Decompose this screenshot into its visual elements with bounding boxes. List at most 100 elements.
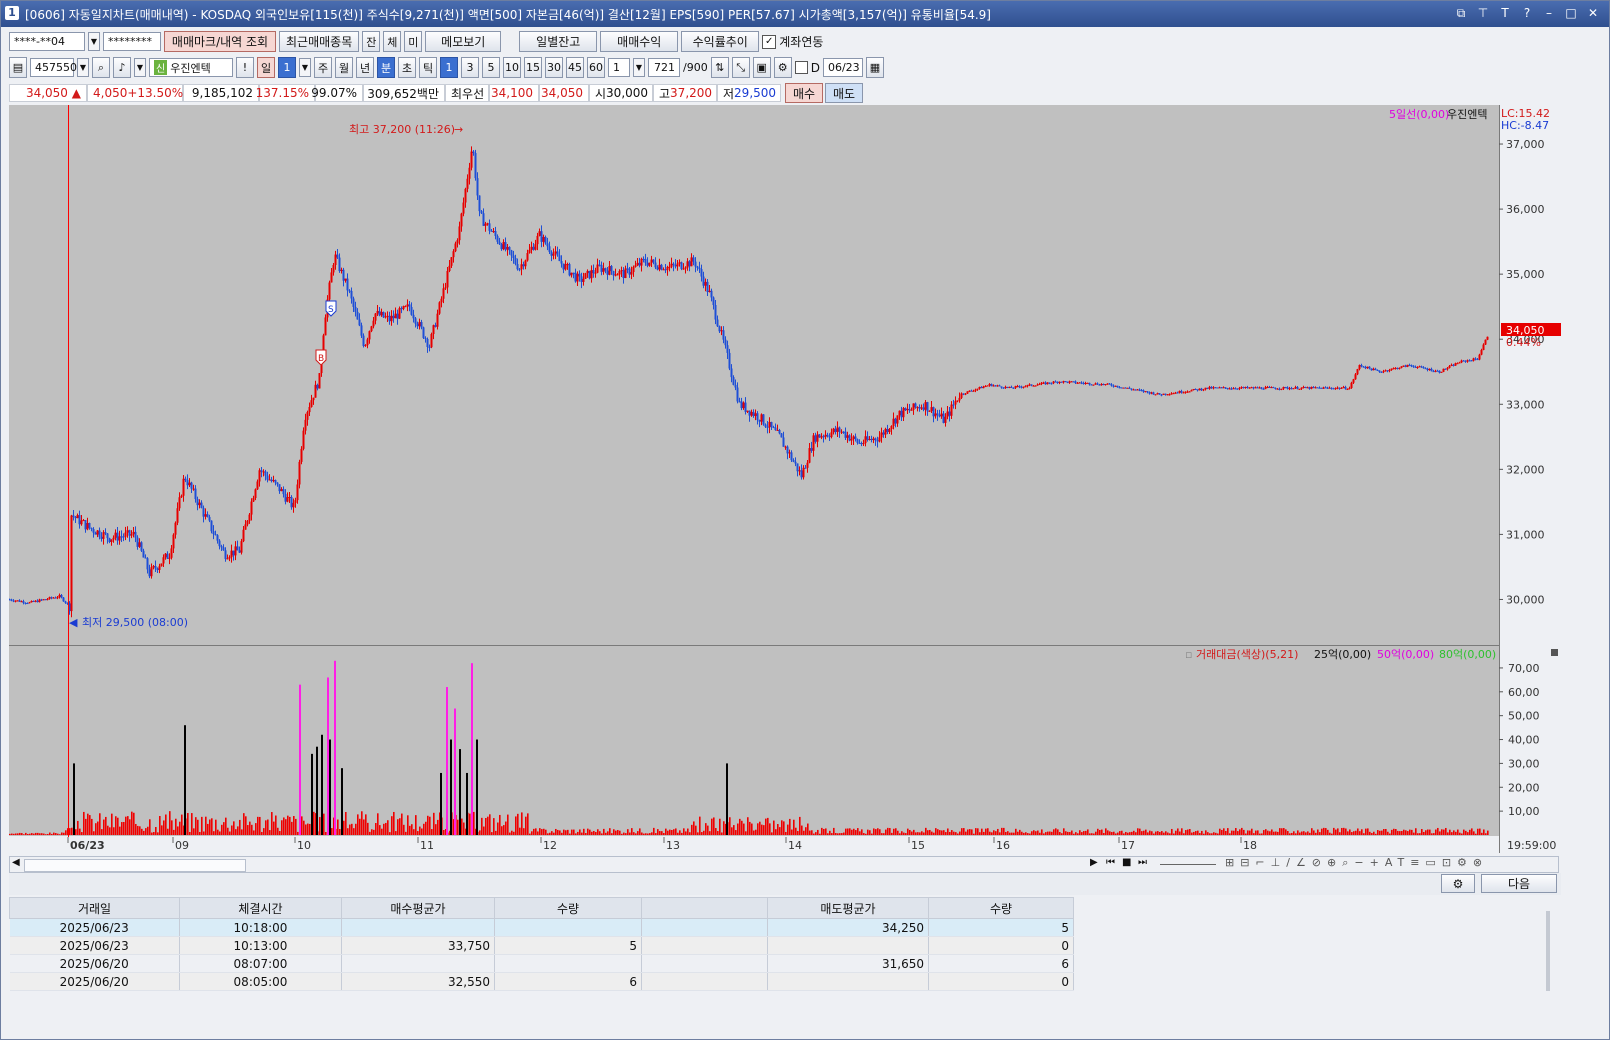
search-icon[interactable]: ⌕ <box>92 57 110 78</box>
period-month-button[interactable]: 월 <box>335 57 353 78</box>
account-input[interactable]: ****-**04 <box>9 32 85 51</box>
table-row[interactable]: 2025/06/20 08:05:00 32,550 6 0 <box>9 972 1074 991</box>
interval-button-3[interactable]: 3 <box>461 57 479 78</box>
grid-vertical-scrollbar[interactable] <box>1546 911 1550 991</box>
volume-bar <box>1309 832 1311 835</box>
alert-icon[interactable]: ! <box>236 57 254 78</box>
volume-tick-label: 40,00 <box>1508 734 1540 747</box>
candle-body <box>102 532 105 539</box>
period-dropdown-icon[interactable]: ▼ <box>299 58 311 77</box>
candle-body <box>984 386 987 388</box>
indicator-icon[interactable]: ⇅ <box>710 57 729 78</box>
buy-button[interactable]: 매수 <box>785 83 823 103</box>
account-link-toggle[interactable]: ✓ 계좌연동 <box>762 33 823 50</box>
table-row[interactable]: 2025/06/20 08:07:00 31,650 6 <box>9 954 1074 973</box>
table-row[interactable]: 2025/06/23 10:18:00 34,250 5 <box>9 918 1074 937</box>
unit-second-button[interactable]: 초 <box>398 57 416 78</box>
candle-body <box>1300 387 1303 389</box>
trade-mark-button[interactable]: 매매마크/내역 조회 <box>164 31 276 52</box>
pin-icon[interactable]: ⊤ <box>1475 5 1491 21</box>
candle-body <box>1426 368 1429 371</box>
password-input[interactable]: ******** <box>103 32 161 51</box>
candle-body <box>44 599 47 601</box>
layout-icon[interactable]: ▤ <box>9 57 27 78</box>
unit-tick-button[interactable]: 틱 <box>419 57 437 78</box>
candle-body <box>1204 387 1207 390</box>
drawing-tools-icon[interactable]: ⊞⊟⌐⊥/∠⊘⊕⌕−+AT≡▭⊡⚙⊗ <box>1225 856 1488 870</box>
volume-bar <box>961 828 963 835</box>
table-row[interactable]: 2025/06/23 10:13:00 33,750 5 0 <box>9 936 1074 955</box>
save-icon[interactable]: ▣ <box>752 57 771 78</box>
candle-body <box>338 257 341 272</box>
volume-bar <box>301 816 303 835</box>
fast-forward-icon[interactable]: ⏭ <box>1138 857 1147 868</box>
stock-name-field[interactable]: 신 우진엔텍 <box>149 58 233 77</box>
maximize-icon[interactable]: □ <box>1563 5 1579 21</box>
rewind-icon[interactable]: ⏮ <box>1106 857 1115 868</box>
grid-settings-icon[interactable]: ⚙ <box>1441 874 1475 893</box>
volume-bar <box>1369 831 1371 835</box>
period-day-button[interactable]: 일 <box>257 57 275 78</box>
speaker-dropdown-icon[interactable]: ▼ <box>134 58 146 77</box>
close-icon[interactable]: ✕ <box>1585 5 1601 21</box>
volume-bar <box>855 830 857 835</box>
candle-body <box>820 436 823 438</box>
stock-code-input[interactable]: 457550 <box>30 58 77 77</box>
chart-area[interactable]: 37,000 36,000 35,000 34,000 33,000 32,000 31,0… <box>8 105 1561 853</box>
executed-button[interactable]: 체 <box>383 31 402 52</box>
period-year-button[interactable]: 년 <box>356 57 374 78</box>
restore-layout-icon[interactable]: ⧉ <box>1453 5 1469 21</box>
account-dropdown-icon[interactable]: ▼ <box>88 32 100 51</box>
chart-scrollbar[interactable]: ◀ ▶ ⏮ ■ ⏭ ⊞⊟⌐⊥/∠⊘⊕⌕−+AT≡▭⊡⚙⊗ <box>9 856 1559 873</box>
scroll-left-icon[interactable]: ◀ <box>12 857 20 868</box>
candle-body <box>758 420 761 422</box>
stop-icon[interactable]: ■ <box>1122 857 1131 868</box>
code-dropdown-icon[interactable]: ▼ <box>77 58 89 77</box>
calendar-icon[interactable]: ▦ <box>865 57 884 78</box>
volume-bar <box>1313 830 1315 835</box>
help-icon[interactable]: ? <box>1519 5 1535 21</box>
volume-bar <box>487 816 489 835</box>
candle-body <box>1328 387 1331 389</box>
unit-minute-button[interactable]: 분 <box>377 57 395 78</box>
interval-button-5[interactable]: 5 <box>482 57 500 78</box>
panel-close-icon[interactable] <box>1551 649 1558 656</box>
candle-body <box>48 597 51 600</box>
trade-profit-button[interactable]: 매매수익 <box>600 31 679 52</box>
checkbox-checked-icon[interactable]: ✓ <box>762 34 777 49</box>
settings-gear-icon[interactable]: ⚙ <box>773 57 792 78</box>
font-icon[interactable]: T <box>1497 5 1513 21</box>
minimize-icon[interactable]: – <box>1541 5 1557 21</box>
count-input[interactable]: 721 <box>648 58 680 77</box>
volume-bar <box>1441 829 1443 835</box>
zoom-slider[interactable] <box>1160 864 1216 865</box>
recent-stocks-button[interactable]: 최근매매종목 <box>279 31 360 52</box>
period-week-button[interactable]: 주 <box>314 57 332 78</box>
return-trend-button[interactable]: 수익률추이 <box>681 31 760 52</box>
daily-balance-button[interactable]: 일별잔고 <box>519 31 598 52</box>
scroll-thumb[interactable] <box>24 859 246 872</box>
speaker-icon[interactable]: ♪ <box>113 57 131 78</box>
memo-button[interactable]: 메모보기 <box>425 31 502 52</box>
draw-tool-icon[interactable]: ⤡ <box>731 57 750 78</box>
candle-body <box>638 262 641 266</box>
interval-button-10[interactable]: 10 <box>503 57 521 78</box>
multiplier-input[interactable]: 1 <box>608 58 630 77</box>
sell-button[interactable]: 매도 <box>825 83 863 103</box>
balance-button[interactable]: 잔 <box>362 31 381 52</box>
multiplier-dropdown-icon[interactable]: ▼ <box>633 58 645 77</box>
unexecuted-button[interactable]: 미 <box>404 31 423 52</box>
interval-button-1[interactable]: 1 <box>440 57 458 78</box>
candle-body <box>170 548 173 558</box>
price-chart[interactable]: 37,00036,00035,00034,00033,00032,00031,0… <box>8 105 1561 853</box>
next-button[interactable]: 다음 <box>1481 874 1557 893</box>
period-num-button[interactable]: 1 <box>278 57 296 78</box>
date-input[interactable]: 06/23 <box>822 58 863 77</box>
date-checkbox[interactable] <box>794 61 808 74</box>
interval-button-30[interactable]: 30 <box>545 57 563 78</box>
interval-button-45[interactable]: 45 <box>566 57 584 78</box>
interval-button-60[interactable]: 60 <box>587 57 605 78</box>
candle-body <box>138 542 141 547</box>
scroll-right-icon[interactable]: ▶ <box>1090 857 1098 868</box>
interval-button-15[interactable]: 15 <box>524 57 542 78</box>
